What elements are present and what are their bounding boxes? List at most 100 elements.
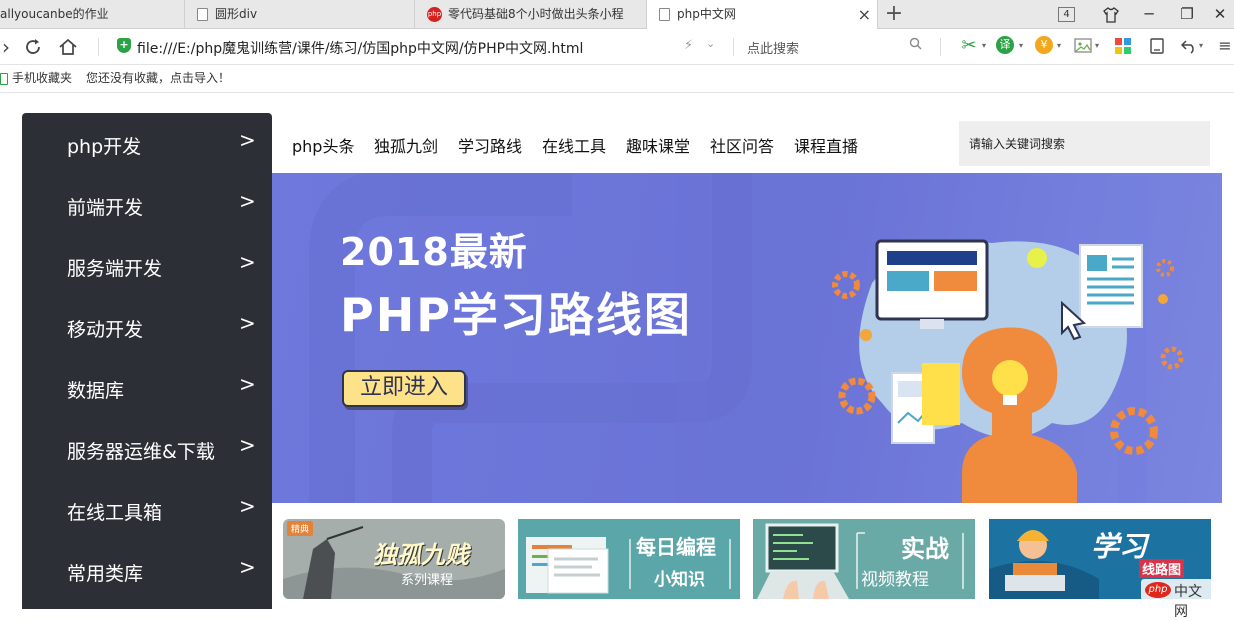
sidebar-item-label: 在线工具箱 — [67, 502, 163, 524]
scissors-icon[interactable]: ✂ — [957, 36, 981, 56]
nav-fun-class[interactable]: 趣味课堂 — [626, 133, 690, 157]
chevron-right-icon: > — [239, 433, 256, 457]
nav-online-tools[interactable]: 在线工具 — [542, 133, 606, 157]
banner-title: PHP学习路线图 — [340, 288, 692, 342]
coin-icon[interactable]: ¥ — [1035, 36, 1053, 54]
forward-arrow-icon[interactable]: › — [0, 35, 18, 59]
card-title: 每日编程 — [636, 535, 716, 559]
apps-grid-icon[interactable] — [1114, 36, 1132, 56]
nav-dugu-jiujian[interactable]: 独孤九剑 — [374, 133, 438, 157]
card-title: 实战 — [901, 535, 949, 563]
nav-live-courses[interactable]: 课程直播 — [794, 133, 858, 157]
restore-button[interactable]: ❐ — [1168, 0, 1206, 29]
undo-icon[interactable] — [1180, 36, 1198, 56]
sidebar-item-libraries[interactable]: 常用类库 > — [22, 540, 272, 601]
search-icon[interactable] — [909, 37, 922, 54]
bookmark-folder-mobile[interactable]: 手机收藏夹 — [12, 65, 72, 91]
tab-label: 圆形div — [215, 7, 258, 21]
chevron-down-icon[interactable]: ⌄ — [706, 37, 715, 50]
tab-circle-div[interactable]: 圆形div — [185, 0, 415, 29]
sidebar-item-label: 服务端开发 — [67, 258, 163, 280]
sidebar-item-label: 移动开发 — [67, 319, 144, 341]
tab-label: 零代码基础8个小时做出头条小程 — [448, 7, 624, 21]
banner-enter-button[interactable]: 立即进入 — [342, 370, 466, 407]
toolbar-divider — [940, 38, 941, 56]
card-title: 独孤九贱 — [373, 541, 469, 569]
card-tag: 精典 — [287, 521, 314, 536]
chevron-right-icon: > — [239, 128, 256, 152]
banner-year-line: 2018最新 — [340, 230, 528, 274]
php-cn-watermark: php 中文网 — [1141, 579, 1213, 620]
shirt-skin-icon[interactable] — [1092, 0, 1130, 29]
sidebar-item-php[interactable]: php开发 > — [22, 113, 272, 174]
menu-icon[interactable]: ≡ — [1216, 36, 1234, 56]
category-sidebar: php开发 > 前端开发 > 服务端开发 > 移动开发 > 数据库 > 服务器运… — [22, 113, 272, 609]
tab-count-badge[interactable]: 4 — [1058, 7, 1075, 22]
course-card-dugu[interactable]: 精典 独孤九贱 系列课程 — [283, 519, 505, 599]
sidebar-item-label: php开发 — [67, 136, 142, 158]
tab-mini-program-course[interactable]: php 零代码基础8个小时做出头条小程 — [415, 0, 647, 29]
new-tab-button[interactable]: + — [880, 0, 908, 29]
toolbar-divider — [733, 38, 734, 56]
mobile-phone-icon — [0, 73, 8, 85]
php-logo-icon: php — [1145, 582, 1171, 598]
sidebar-item-backend[interactable]: 服务端开发 > — [22, 235, 272, 296]
chevron-right-icon: > — [239, 311, 256, 335]
tab-label: allyoucanbe的作业 — [0, 7, 109, 21]
translate-icon[interactable]: 译 — [996, 36, 1014, 54]
watermark-text: 中文网 — [1174, 584, 1202, 620]
sidebar-item-frontend[interactable]: 前端开发 > — [22, 174, 272, 235]
lightning-icon[interactable]: ⚡ — [684, 38, 693, 53]
tab-allyoucanbe[interactable]: allyoucanbe的作业 — [0, 0, 185, 29]
tab-label: php中文网 — [677, 7, 736, 21]
card-subtitle: 视频教程 — [861, 570, 929, 590]
search-box-hint[interactable]: 点此搜索 — [747, 38, 799, 57]
browser-tab-strip: allyoucanbe的作业 圆形div php 零代码基础8个小时做出头条小程… — [0, 0, 1234, 30]
sidebar-item-label: 数据库 — [67, 380, 125, 402]
chevron-right-icon: > — [239, 555, 256, 579]
image-icon[interactable] — [1073, 36, 1093, 56]
reload-icon[interactable] — [21, 35, 45, 59]
chevron-right-icon: > — [239, 189, 256, 213]
sidebar-item-label: 前端开发 — [67, 197, 144, 219]
card-subtitle: 系列课程 — [401, 573, 454, 588]
page-icon — [659, 8, 670, 21]
nav-community-qa[interactable]: 社区问答 — [710, 133, 774, 157]
bookmarks-bar: 手机收藏夹 您还没有收藏，点击导入！ — [0, 65, 1234, 93]
chevron-right-icon: > — [239, 372, 256, 396]
sidebar-item-label: 常用类库 — [67, 563, 144, 585]
toolbar-divider — [98, 38, 99, 56]
address-toolbar: › + file:///E:/php魔鬼训练营/课件/练习/仿国php中文网/仿… — [0, 29, 1234, 65]
page-icon — [197, 8, 208, 21]
sidebar-item-database[interactable]: 数据库 > — [22, 357, 272, 418]
chevron-down-icon[interactable]: ▾ — [1095, 36, 1099, 56]
reading-mode-icon[interactable] — [1148, 36, 1166, 56]
chevron-right-icon: > — [239, 250, 256, 274]
course-card-practical-video[interactable]: 实战 视频教程 — [753, 519, 975, 599]
chevron-down-icon[interactable]: ▾ — [1199, 36, 1203, 56]
sidebar-item-label: 服务器运维&下载 — [67, 441, 215, 463]
php-logo-icon: php — [427, 7, 442, 22]
close-tab-icon[interactable]: × — [858, 0, 871, 29]
tab-php-cn[interactable]: php中文网 × — [647, 0, 878, 30]
chevron-down-icon[interactable]: ▾ — [982, 36, 986, 56]
site-search-input[interactable] — [959, 121, 1210, 166]
close-window-button[interactable]: ✕ — [1206, 0, 1234, 29]
security-shield-icon[interactable]: + — [117, 38, 131, 53]
chevron-down-icon[interactable]: ▾ — [1019, 36, 1023, 56]
bookmark-import-link[interactable]: 您还没有收藏，点击导入！ — [86, 65, 230, 91]
card-subtitle: 小知识 — [654, 570, 705, 590]
sidebar-item-online-tools[interactable]: 在线工具箱 > — [22, 479, 272, 540]
course-card-daily-coding[interactable]: 每日编程 小知识 — [518, 519, 740, 599]
minimize-button[interactable]: ─ — [1130, 0, 1168, 29]
nav-php-headlines[interactable]: php头条 — [292, 133, 354, 157]
address-url[interactable]: file:///E:/php魔鬼训练营/课件/练习/仿国php中文网/仿PHP中… — [137, 38, 583, 58]
nav-learning-path[interactable]: 学习路线 — [458, 133, 522, 157]
chevron-right-icon: > — [239, 494, 256, 518]
sidebar-item-mobile[interactable]: 移动开发 > — [22, 296, 272, 357]
chevron-down-icon[interactable]: ▾ — [1057, 36, 1061, 56]
card-subtitle: 线路图 — [1139, 559, 1185, 578]
promo-banner[interactable]: 2018最新 PHP学习路线图 立即进入 — [272, 173, 1222, 503]
home-icon[interactable] — [56, 35, 80, 59]
sidebar-item-ops-download[interactable]: 服务器运维&下载 > — [22, 418, 272, 479]
